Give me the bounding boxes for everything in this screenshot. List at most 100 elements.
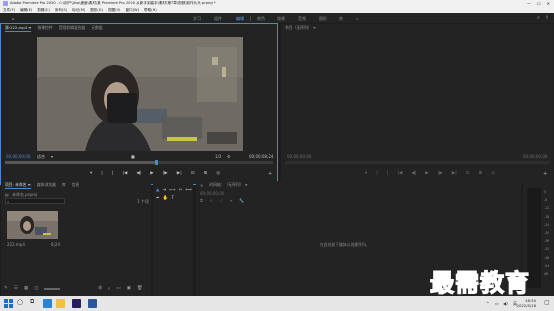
menu-edit[interactable]: 编辑(E) xyxy=(20,8,32,13)
program-play-icon[interactable]: ▶ xyxy=(425,171,428,176)
source-fit-dropdown[interactable]: 适合 xyxy=(37,154,45,160)
home-icon[interactable]: ⌂ xyxy=(12,16,15,21)
file-explorer-icon[interactable] xyxy=(56,299,65,308)
program-step-forward-icon[interactable]: |▶ xyxy=(438,171,443,176)
zoom-slider[interactable] xyxy=(44,288,61,290)
program-scrubber[interactable] xyxy=(285,161,549,164)
program-mark-in-icon[interactable]: ▾ xyxy=(365,171,367,176)
close-button[interactable]: ✕ xyxy=(547,1,550,6)
overwrite-icon[interactable]: ⊞ xyxy=(204,171,208,176)
maximize-button[interactable]: ☐ xyxy=(537,1,541,6)
step-back-icon[interactable]: ◀| xyxy=(136,171,141,176)
program-go-to-out-icon[interactable]: ▶| xyxy=(452,171,457,176)
new-bin-icon[interactable]: ▭ xyxy=(116,286,120,292)
workspace-editing[interactable]: 编辑 xyxy=(236,16,244,22)
track-select-tool-icon[interactable]: ⇥ xyxy=(162,188,166,193)
menu-marker[interactable]: 标记(M) xyxy=(72,8,85,13)
workspace-audio[interactable]: 音频 xyxy=(298,16,306,22)
go-to-in-icon[interactable]: |◀ xyxy=(122,171,127,176)
add-marker-icon[interactable]: ▾ xyxy=(230,198,232,203)
timeline-timecode[interactable]: 00;00;00;00 xyxy=(200,191,224,196)
menu-window[interactable]: 窗口(W) xyxy=(125,8,139,13)
play-icon[interactable]: ▶ xyxy=(150,171,153,176)
menu-sequence[interactable]: 序列(S) xyxy=(55,8,67,13)
ripple-edit-tool-icon[interactable]: ⟷ xyxy=(169,188,175,193)
mark-out-icon[interactable]: | xyxy=(101,171,103,176)
program-timecode-current[interactable]: 00;00;00;00 xyxy=(287,154,311,159)
find-icon[interactable]: ⌕ xyxy=(108,286,111,292)
tab-metadata[interactable]: 元数据 xyxy=(91,25,102,31)
source-quality-dropdown[interactable]: 1/2 xyxy=(215,154,221,159)
close-timeline-icon[interactable]: ✕ xyxy=(200,183,203,188)
hand-tool-icon[interactable]: ✋ xyxy=(163,196,169,201)
mark-out-end-icon[interactable]: | xyxy=(112,171,114,176)
insert-icon[interactable]: ⊡ xyxy=(191,171,195,176)
tray-arrow-icon[interactable]: ^ xyxy=(486,301,489,306)
menu-help[interactable]: 帮助(H) xyxy=(144,8,157,13)
workspace-graphics[interactable]: 图形 xyxy=(319,16,327,22)
timeline-settings-icon[interactable]: 🔧 xyxy=(239,198,244,203)
source-playhead[interactable] xyxy=(155,160,158,165)
list-view-icon[interactable]: ☰ xyxy=(14,286,18,291)
clip-thumbnail[interactable] xyxy=(7,211,58,239)
linked-selection-icon[interactable]: ⊂ xyxy=(220,198,223,203)
pen-tool-icon[interactable]: ✒ xyxy=(156,196,160,201)
tab-libraries[interactable]: 库 xyxy=(62,182,66,188)
tab-info[interactable]: 信息 xyxy=(72,182,80,188)
step-forward-icon[interactable]: |▶ xyxy=(163,171,168,176)
icon-view-icon[interactable]: ▦ xyxy=(24,286,28,291)
notification-icon[interactable]: ▢ xyxy=(544,299,550,306)
tab-program[interactable]: 节目（无序列） ≡ xyxy=(285,25,316,31)
network-icon[interactable]: ▭ xyxy=(495,301,499,306)
project-search-input[interactable] xyxy=(5,198,65,204)
menu-graphics[interactable]: 图形(G) xyxy=(90,8,103,13)
source-fit-dropdown-arrow[interactable]: ▾ xyxy=(51,154,53,159)
freeform-view-icon[interactable]: ◫ xyxy=(34,286,38,291)
program-add-button-icon[interactable]: + xyxy=(543,171,547,177)
program-extract-icon[interactable]: ⊞ xyxy=(479,171,483,176)
razor-tool-icon[interactable]: ✂ xyxy=(179,188,183,193)
search-icon[interactable]: ⌕ xyxy=(537,15,540,21)
tab-audio-clip-mixer[interactable]: 音频剪辑混合器 xyxy=(59,25,86,31)
program-mark-out-end-icon[interactable]: | xyxy=(387,171,389,176)
minimize-button[interactable]: — xyxy=(527,1,531,6)
tab-project[interactable]: 项目: 未命名 ≡ xyxy=(5,182,31,189)
program-export-frame-icon[interactable]: ◎ xyxy=(491,171,495,176)
source-scrubber[interactable] xyxy=(5,161,273,164)
menu-file[interactable]: 文件(F) xyxy=(3,8,15,13)
task-view-icon[interactable]: ⧉ xyxy=(30,298,39,307)
selection-tool-icon[interactable]: ▲ xyxy=(156,188,159,193)
share-icon[interactable]: ⇪ xyxy=(545,15,549,21)
new-item-icon[interactable]: ▣ xyxy=(127,286,131,292)
slip-tool-icon[interactable]: ⟺ xyxy=(185,188,191,193)
program-lift-icon[interactable]: ⊡ xyxy=(466,171,470,176)
export-frame-icon[interactable]: ◎ xyxy=(216,171,220,176)
tab-media-browser[interactable]: 媒体浏览器 xyxy=(37,182,56,188)
edge-browser-icon[interactable] xyxy=(43,299,52,308)
source-settings-icon[interactable]: ⚙ xyxy=(227,154,231,159)
mark-in-icon[interactable]: ▾ xyxy=(90,171,92,176)
premiere-taskbar-icon[interactable] xyxy=(72,299,81,308)
menu-view[interactable]: 视图(V) xyxy=(108,8,120,13)
volume-icon[interactable]: ◀) xyxy=(503,301,508,306)
automate-icon[interactable]: ⇶ xyxy=(98,286,102,292)
tab-timeline[interactable]: 时间轴：（无序列） ≡ xyxy=(209,182,248,188)
menu-clip[interactable]: 剪辑(C) xyxy=(37,8,50,13)
source-timecode-current[interactable]: 00;00;00;00 xyxy=(6,154,30,159)
program-go-to-in-icon[interactable]: |◀ xyxy=(397,171,402,176)
snap-icon[interactable]: ∩ xyxy=(210,198,213,203)
pencil-icon[interactable]: ✎ xyxy=(4,286,8,291)
word-taskbar-icon[interactable] xyxy=(88,299,97,308)
windows-start-icon[interactable] xyxy=(4,299,13,308)
trash-icon[interactable]: 🗑 xyxy=(137,286,143,292)
search-taskbar-icon[interactable]: ○ xyxy=(17,298,26,307)
source-add-button-icon[interactable]: + xyxy=(268,171,272,177)
program-step-back-icon[interactable]: ◀| xyxy=(411,171,416,176)
workspace-effects[interactable]: 效果 xyxy=(277,16,285,22)
nest-icon[interactable]: ⧉ xyxy=(200,198,203,203)
go-to-out-icon[interactable]: ▶| xyxy=(177,171,182,176)
taskbar-clock[interactable]: 16:30 2022/5/16 xyxy=(517,298,536,308)
tab-source[interactable]: 源:222.mp4 ≡ xyxy=(5,25,32,32)
workspace-color[interactable]: 颜色 xyxy=(257,16,265,22)
program-mark-out-icon[interactable]: | xyxy=(376,171,378,176)
